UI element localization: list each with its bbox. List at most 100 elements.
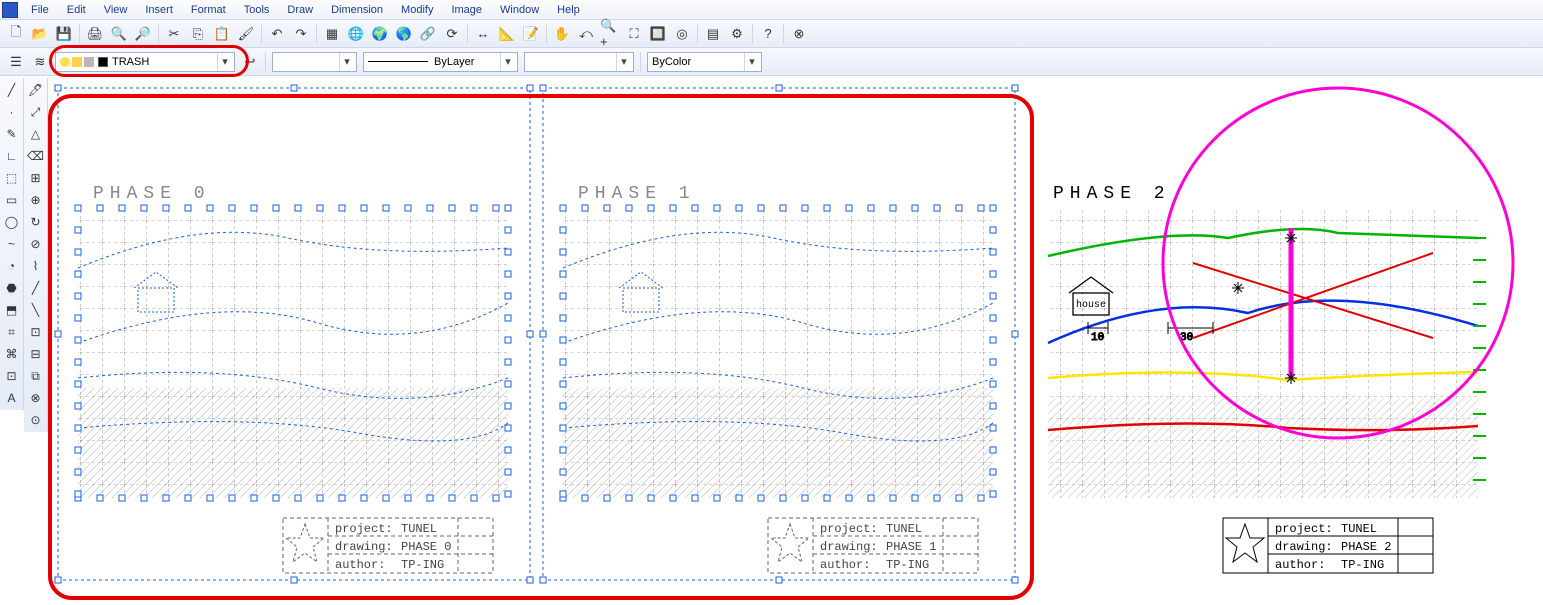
modify-btn-7[interactable]: ⊘ <box>26 234 46 254</box>
undo-icon[interactable]: ↶ <box>266 23 288 45</box>
plotstyle-combo[interactable]: ByColor ▾ <box>647 52 762 72</box>
menu-insert[interactable]: Insert <box>136 2 182 18</box>
menu-modify[interactable]: Modify <box>392 2 442 18</box>
web-icon[interactable]: 🌐 <box>345 23 367 45</box>
modify-btn-15[interactable]: ⊙ <box>26 410 46 430</box>
redo-icon[interactable]: ↷ <box>290 23 312 45</box>
new-icon[interactable]: 🗋 <box>5 23 27 45</box>
modify-btn-14[interactable]: ⊗ <box>26 388 46 408</box>
modify-btn-0[interactable]: 🖊 <box>26 80 46 100</box>
draw-btn-10[interactable]: ⬒ <box>2 300 22 320</box>
color-combo[interactable]: ▾ <box>272 52 357 72</box>
draw-btn-8[interactable]: ◔ <box>2 256 22 276</box>
menu-tools[interactable]: Tools <box>235 2 279 18</box>
modify-btn-12[interactable]: ⊟ <box>26 344 46 364</box>
standard-toolbar: 🗋📂💾 🖨🔍🔎 ✂⎘📋🖌 ↶↷ ▦🌐🌍🌎🔗⟳ ↔📐📝 ✋⤺🔍+⛶🔲◎ ▤⚙? ⊗ <box>0 20 1543 48</box>
measure-icon[interactable]: 📐 <box>496 23 518 45</box>
draw-btn-5[interactable]: ▭ <box>2 190 22 210</box>
globe2-icon[interactable]: 🌎 <box>393 23 415 45</box>
properties-toolbar: ☰ ≋ TRASH ▾ ↩ ▾ ByLayer ▾ ▾ ByColor ▾ <box>0 48 1543 76</box>
menu-window[interactable]: Window <box>491 2 548 18</box>
draw-btn-1[interactable]: · <box>2 102 22 122</box>
draw-btn-14[interactable]: A <box>2 388 22 408</box>
separator <box>79 24 80 44</box>
menu-format[interactable]: Format <box>182 2 235 18</box>
layer-states-icon[interactable]: ≋ <box>29 51 51 73</box>
chevron-down-icon[interactable]: ▾ <box>744 53 759 71</box>
svg-text:10: 10 <box>1091 332 1104 344</box>
zoom-win-icon[interactable]: 🔲 <box>647 23 669 45</box>
menu-dimension[interactable]: Dimension <box>322 2 392 18</box>
modify-btn-4[interactable]: ⊞ <box>26 168 46 188</box>
link-icon[interactable]: 🔗 <box>417 23 439 45</box>
modify-btn-10[interactable]: ╲ <box>26 300 46 320</box>
world-icon[interactable]: 🌍 <box>369 23 391 45</box>
draw-btn-11[interactable]: ⌗ <box>2 322 22 342</box>
draw-btn-6[interactable]: ◯ <box>2 212 22 232</box>
phase-1-label: PHASE 1 <box>578 184 696 204</box>
draw-btn-3[interactable]: ∟ <box>2 146 22 166</box>
cut-icon[interactable]: ✂ <box>163 23 185 45</box>
pan-icon[interactable]: ✋ <box>551 23 573 45</box>
phase-2-label: PHASE 2 <box>1053 184 1171 204</box>
refresh-icon[interactable]: ⟳ <box>441 23 463 45</box>
draw-btn-7[interactable]: ~ <box>2 234 22 254</box>
lineweight-combo[interactable]: ▾ <box>524 52 634 72</box>
grid-icon[interactable]: ▦ <box>321 23 343 45</box>
svg-text:house: house <box>1076 299 1106 311</box>
save-icon[interactable]: 💾 <box>53 23 75 45</box>
modify-btn-13[interactable]: ⧉ <box>26 366 46 386</box>
draw-btn-4[interactable]: ⬚ <box>2 168 22 188</box>
separator <box>752 24 753 44</box>
menu-file[interactable]: File <box>22 2 58 18</box>
draw-btn-9[interactable]: ⬣ <box>2 278 22 298</box>
help-icon[interactable]: ? <box>757 23 779 45</box>
zoom-prev-icon[interactable]: ⤺ <box>575 23 597 45</box>
chevron-down-icon[interactable]: ▾ <box>339 53 354 71</box>
linetype-combo[interactable]: ByLayer ▾ <box>363 52 518 72</box>
zoom-all-icon[interactable]: ◎ <box>671 23 693 45</box>
modify-btn-5[interactable]: ⊕ <box>26 190 46 210</box>
draw-btn-2[interactable]: ✎ <box>2 124 22 144</box>
chevron-down-icon[interactable]: ▾ <box>616 53 631 71</box>
modify-btn-2[interactable]: △ <box>26 124 46 144</box>
chevron-down-icon[interactable]: ▾ <box>500 53 515 71</box>
match-props-icon[interactable]: 🖌 <box>235 23 257 45</box>
modify-btn-8[interactable]: ⌇ <box>26 256 46 276</box>
print-preview-icon[interactable]: 🔍 <box>108 23 130 45</box>
open-icon[interactable]: 📂 <box>29 23 51 45</box>
modify-btn-1[interactable]: ⤢ <box>26 102 46 122</box>
print-icon[interactable]: 🖨 <box>84 23 106 45</box>
draw-btn-13[interactable]: ⊡ <box>2 366 22 386</box>
menu-help[interactable]: Help <box>548 2 589 18</box>
modify-btn-3[interactable]: ⌫ <box>26 146 46 166</box>
draw-btn-0[interactable]: ╱ <box>2 80 22 100</box>
modify-btn-11[interactable]: ⊡ <box>26 322 46 342</box>
svg-text:author:: author: <box>820 558 870 572</box>
modify-btn-9[interactable]: ╱ <box>26 278 46 298</box>
modify-btn-6[interactable]: ↻ <box>26 212 46 232</box>
table-icon[interactable]: ▤ <box>702 23 724 45</box>
props-icon[interactable]: ⚙ <box>726 23 748 45</box>
drawing-canvas[interactable]: PHASE 0 project: TUNEL drawing: PHASE 0 … <box>48 78 1543 605</box>
layer-combo[interactable]: TRASH ▾ <box>55 52 235 72</box>
zoom-ext-icon[interactable]: ⛶ <box>623 23 645 45</box>
svg-text:PHASE 0: PHASE 0 <box>401 540 451 554</box>
draw-btn-12[interactable]: ⌘ <box>2 344 22 364</box>
menu-view[interactable]: View <box>95 2 137 18</box>
find-icon[interactable]: 🔎 <box>132 23 154 45</box>
zoom-in-icon[interactable]: 🔍+ <box>599 23 621 45</box>
copy-icon[interactable]: ⎘ <box>187 23 209 45</box>
note-icon[interactable]: 📝 <box>520 23 542 45</box>
menu-draw[interactable]: Draw <box>278 2 322 18</box>
dim-icon[interactable]: ↔ <box>472 23 494 45</box>
menu-edit[interactable]: Edit <box>58 2 95 18</box>
svg-text:drawing:: drawing: <box>820 540 878 554</box>
menu-image[interactable]: Image <box>442 2 491 18</box>
svg-text:TUNEL: TUNEL <box>401 522 437 536</box>
layer-manager-icon[interactable]: ☰ <box>5 51 27 73</box>
layer-previous-icon[interactable]: ↩ <box>239 51 261 73</box>
chevron-down-icon[interactable]: ▾ <box>217 53 232 71</box>
close-icon[interactable]: ⊗ <box>788 23 810 45</box>
paste-icon[interactable]: 📋 <box>211 23 233 45</box>
